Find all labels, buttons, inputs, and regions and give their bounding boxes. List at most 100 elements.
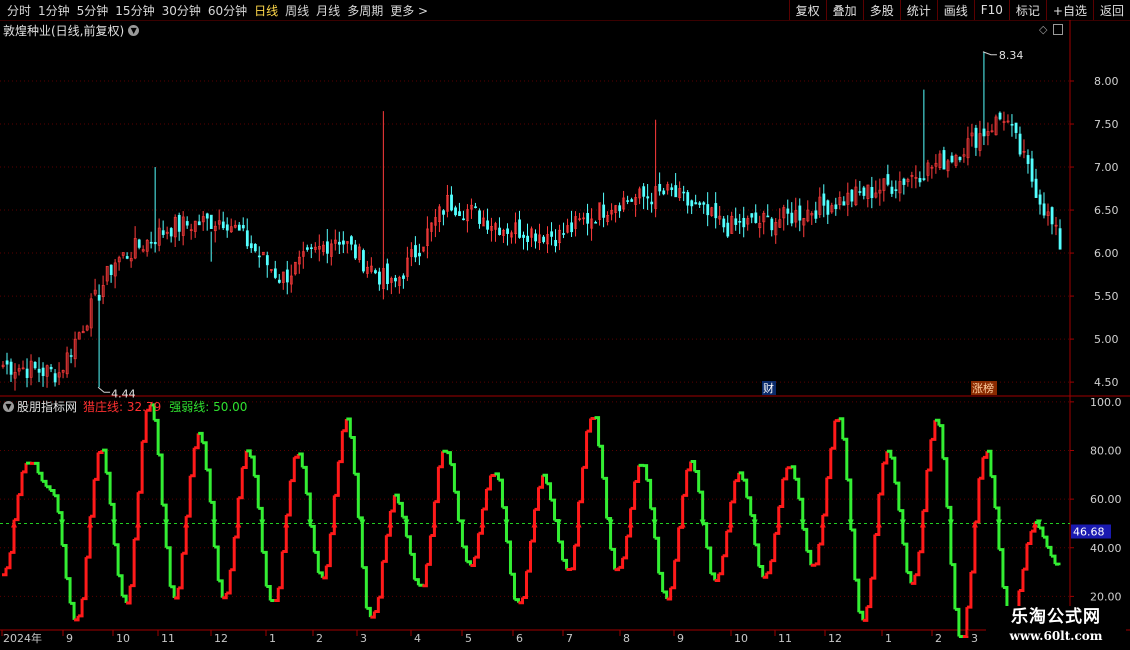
main-y-tick-label: 8.00 [1094,75,1119,88]
oscillator-segment [410,552,416,580]
oscillator-segment [230,537,236,572]
candle-body [766,215,770,218]
oscillator-segment [406,535,412,555]
oscillator-segment [262,550,268,587]
oscillator-segment [534,487,541,511]
candle-body [53,373,57,383]
candle-body [326,241,329,254]
candle-body [534,233,538,242]
candle-body [742,217,746,228]
candle-body [442,210,445,215]
candle-body [309,247,313,249]
oscillator-segment [106,471,112,505]
oscillator-segment [842,437,849,480]
x-tick-label: 12 [214,632,228,645]
oscillator-segment [398,501,404,518]
main-y-tick-label: 6.50 [1094,204,1119,217]
oscillator-segment [710,572,717,581]
candle-body [918,178,922,183]
x-tick-label: 9 [677,632,684,645]
candle-body [870,187,874,199]
candle-body [862,187,866,196]
candle-body [498,227,501,235]
oscillator-segment [334,461,340,497]
candle-body [257,255,261,258]
candle-body [570,222,574,233]
indicator-title[interactable]: ▼ 股朋指标网 猎庄线: 32.79 强弱线: 50.00 [3,398,247,415]
oscillator-segment [938,424,945,459]
oscillator-segment [746,496,753,516]
main-y-tick-label: 7.00 [1094,161,1119,174]
candle-body [1014,122,1018,133]
candle-body [814,210,818,219]
oscillator-segment [894,481,901,511]
candle-body [630,199,634,202]
oscillator-segment [594,416,601,447]
oscillator-segment [450,463,456,493]
oscillator-segment [70,601,76,620]
x-tick-label: 3 [360,632,367,645]
oscillator-segment [162,503,168,548]
oscillator-segment [998,548,1005,588]
ind-y-tick-label: 100.0 [1090,396,1122,409]
oscillator-segment [238,467,244,500]
x-tick-label: 2024年 [3,631,42,645]
candle-body [350,236,353,245]
x-tick-label: 2 [316,632,323,645]
oscillator-segment [558,540,565,561]
candle-body [25,368,29,378]
oscillator-segment [582,431,589,469]
candle-body [241,225,245,229]
oscillator-segment [962,607,969,639]
candle-body [418,252,421,257]
oscillator-segment [62,544,68,579]
oscillator-segment [546,482,553,501]
oscillator-segment [602,476,609,519]
oscillator-segment [486,475,492,491]
candle-body [694,202,698,205]
x-tick-label: 7 [566,632,573,645]
watermark-line2: www.60lt.com [1009,629,1103,643]
chevron-down-icon[interactable]: ▼ [3,401,14,412]
oscillator-segment [866,578,873,609]
x-tick-label: 10 [734,632,748,645]
oscillator-segment [694,470,701,493]
oscillator-segment [82,557,88,601]
oscillator-segment [818,515,825,546]
chevron-down-icon[interactable]: ▼ [128,25,140,36]
badge-finance: 财 [763,381,774,395]
main-y-tick-label: 5.00 [1094,333,1119,346]
ind-y-tick-label: 60.00 [1090,493,1122,506]
window-icon[interactable] [1053,24,1064,35]
oscillator-segment [786,466,793,470]
main-panel-title[interactable]: 敦煌种业(日线,前复权) ▼ [3,22,140,39]
oscillator-segment [194,433,200,450]
oscillator-segment [922,469,929,513]
candle-body [41,367,45,377]
oscillator-segment [274,587,280,603]
candle-body [750,213,754,218]
oscillator-segment [950,563,957,610]
diamond-icon[interactable]: ◇ [1039,23,1047,36]
oscillator-segment [366,606,372,618]
oscillator-segment [250,455,256,477]
oscillator-segment [794,477,801,500]
oscillator-segment [122,594,128,604]
x-tick-label: 10 [116,632,130,645]
candle-body [1034,178,1038,198]
stock-title: 敦煌种业(日线,前复权) [3,24,125,38]
oscillator-segment [770,533,777,563]
candle-body [1050,207,1054,225]
oscillator-segment [382,535,388,563]
candle-body [798,205,802,221]
candle-body [37,368,41,373]
stock-chart[interactable]: 8.344.44 财涨榜 46.68 8.007.507.006.506.005.… [0,0,1130,650]
candle-body [714,203,718,219]
oscillator-segment [990,475,997,508]
oscillator-segment [522,571,528,599]
oscillator-segment [350,436,356,475]
oscillator-segment [506,540,512,575]
oscillator-segment [342,419,348,433]
candle-body [338,241,341,245]
oscillator-segment [374,597,380,614]
